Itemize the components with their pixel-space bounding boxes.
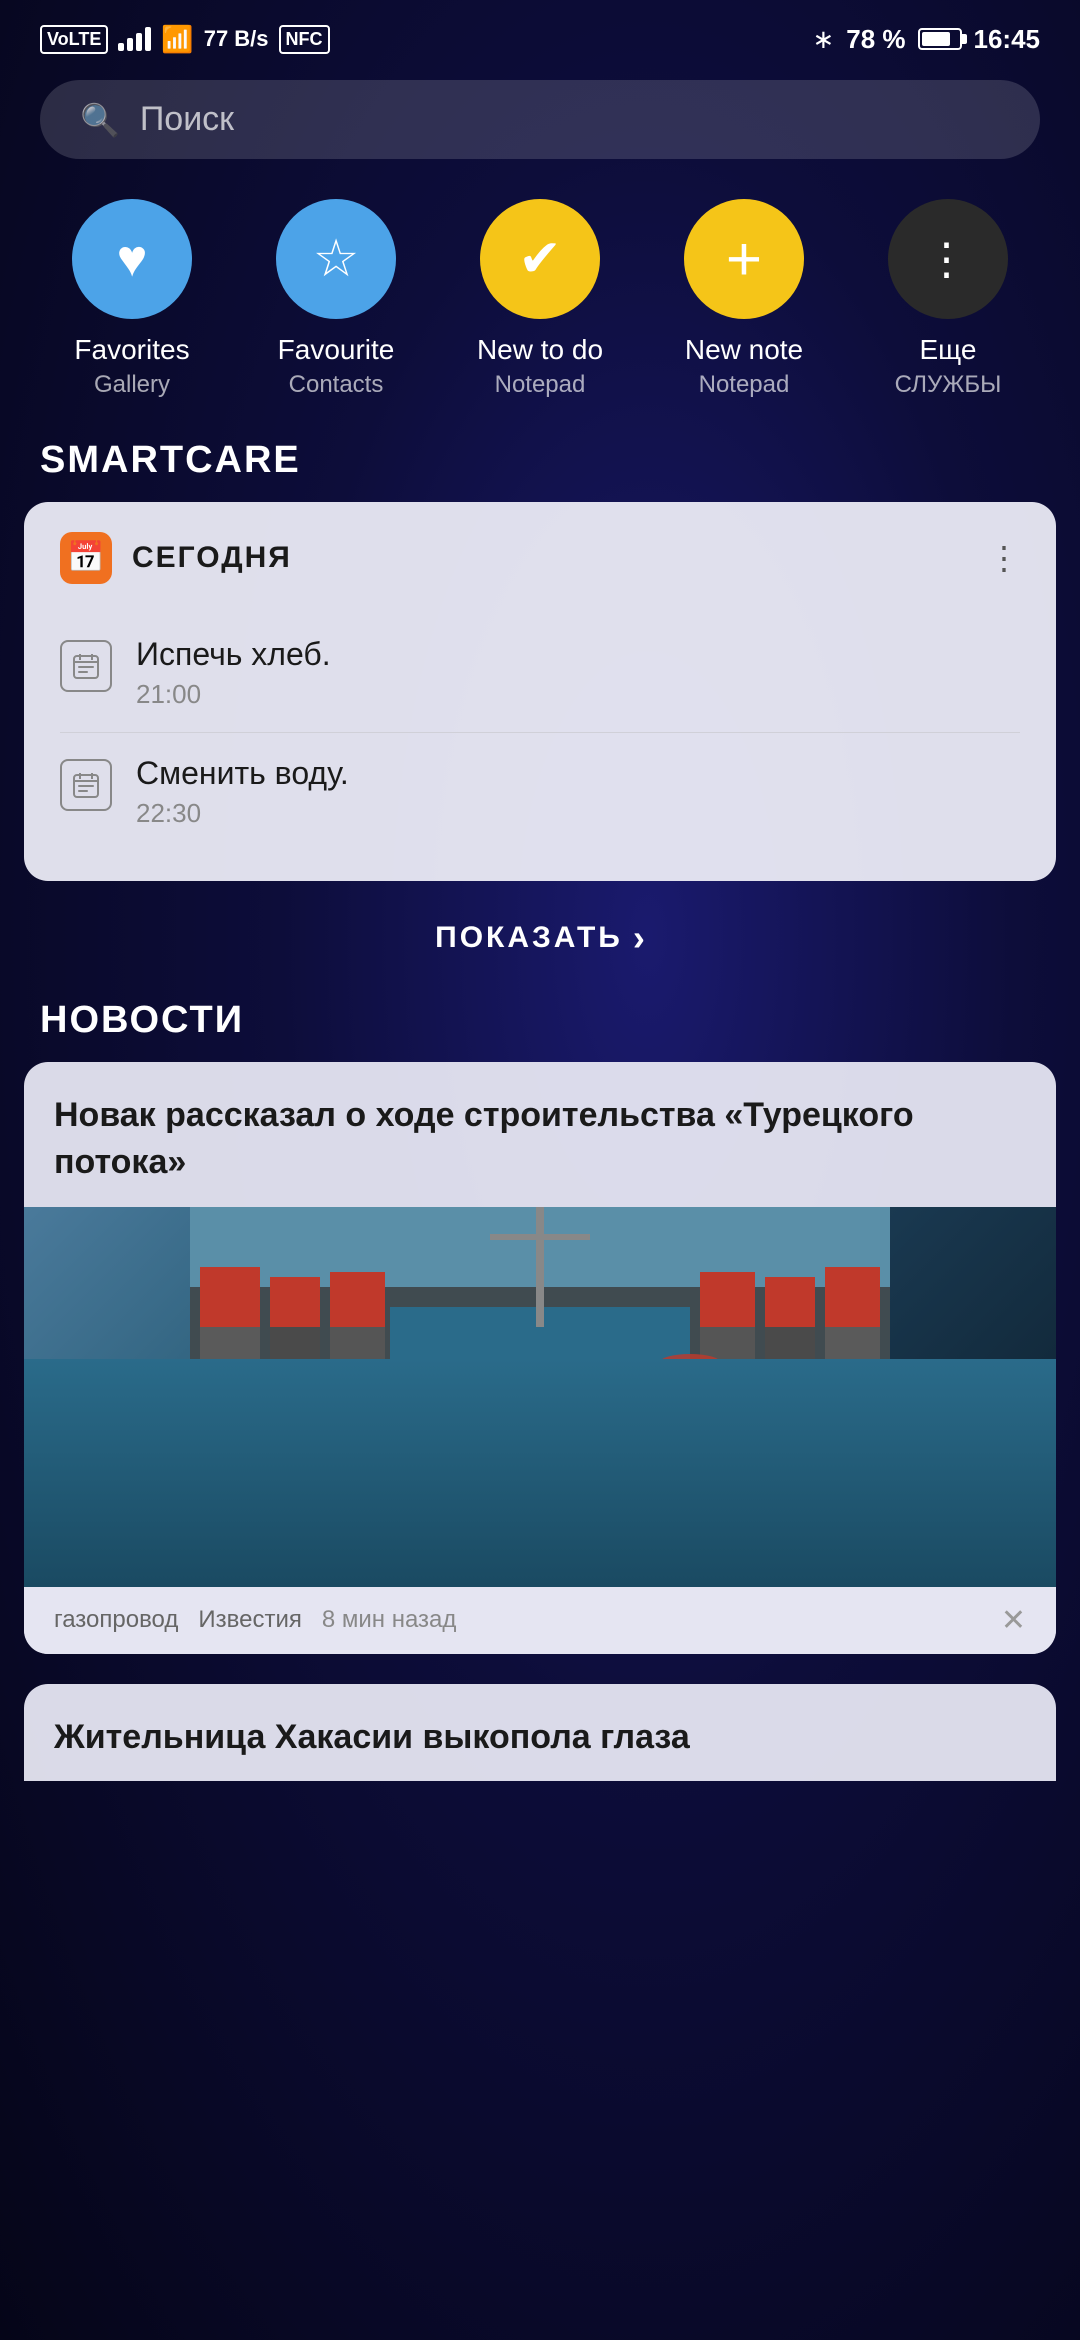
wifi-speed: 77 B/s	[204, 26, 269, 52]
news-2-title: Жительница Хакасии выкопола глаза	[54, 1714, 1026, 1762]
smartcare-section-title: SMARTCARE	[0, 429, 1080, 502]
news-1-title: Новак рассказал о ходе строительства «Ту…	[24, 1062, 1056, 1207]
more-icon-circle: ⋮	[888, 199, 1008, 319]
status-bar: VoLTE 📶 77 B/s NFC ∗ 78 % 16:45	[0, 0, 1080, 70]
more-name: Еще	[895, 333, 1002, 367]
star-icon: ☆	[313, 229, 360, 289]
news-card-1[interactable]: Новак рассказал о ходе строительства «Ту…	[24, 1062, 1056, 1654]
more-sub: СЛУЖБЫ	[895, 371, 1002, 399]
news-1-image	[24, 1207, 1056, 1587]
news-1-meta: газопровод Известия 8 мин назад ✕	[24, 1587, 1056, 1654]
show-more-arrow-icon: ›	[633, 917, 645, 959]
task-2-name: Сменить воду.	[136, 755, 1020, 792]
smartcare-card: 📅 СЕГОДНЯ ⋮ Испечь хлеб. 21:00	[24, 502, 1056, 881]
search-icon: 🔍	[80, 101, 120, 139]
search-container: 🔍 Поиск	[0, 70, 1080, 179]
task-item: Испечь хлеб. 21:00	[60, 614, 1020, 733]
new-note-sub: Notepad	[685, 371, 803, 399]
shortcut-new-note[interactable]: + New note Notepad	[654, 199, 834, 399]
new-todo-icon-circle: ✔	[480, 199, 600, 319]
status-left: VoLTE 📶 77 B/s NFC	[40, 24, 330, 55]
favourite-contacts-sub: Contacts	[278, 371, 395, 399]
task-calendar-icon	[60, 640, 112, 692]
shortcut-new-todo[interactable]: ✔ New to do Notepad	[450, 199, 630, 399]
favorites-gallery-icon-circle: ♥	[72, 199, 192, 319]
card-header: 📅 СЕГОДНЯ ⋮	[60, 532, 1020, 584]
show-more-button[interactable]: ПОКАЗАТЬ ›	[0, 881, 1080, 979]
volte-indicator: VoLTE	[40, 25, 108, 54]
card-menu-button[interactable]: ⋮	[988, 539, 1020, 577]
status-right: ∗ 78 % 16:45	[812, 24, 1040, 55]
favorites-gallery-sub: Gallery	[74, 371, 189, 399]
favourite-contacts-name: Favourite	[278, 333, 395, 367]
shortcuts-row: ♥ Favorites Gallery ☆ Favourite Contacts…	[0, 179, 1080, 429]
news-1-tag: газопровод	[54, 1606, 178, 1634]
new-note-name: New note	[685, 333, 803, 367]
shortcut-favorites-gallery[interactable]: ♥ Favorites Gallery	[42, 199, 222, 399]
checkmark-icon: ✔	[518, 229, 562, 289]
task-calendar-icon	[60, 759, 112, 811]
task-2-time: 22:30	[136, 798, 1020, 829]
new-todo-name: New to do	[477, 333, 603, 367]
news-1-close-button[interactable]: ✕	[1001, 1603, 1026, 1638]
wifi-icon: 📶	[161, 24, 193, 55]
news-1-source: Известия	[198, 1606, 301, 1634]
new-todo-sub: Notepad	[477, 371, 603, 399]
shortcut-more[interactable]: ⋮ Еще СЛУЖБЫ	[858, 199, 1038, 399]
show-more-label: ПОКАЗАТЬ	[435, 921, 623, 955]
news-1-time: 8 мин назад	[322, 1606, 981, 1634]
task-1-time: 21:00	[136, 679, 1020, 710]
battery-percent: 78 %	[846, 24, 905, 55]
task-item: Сменить воду. 22:30	[60, 733, 1020, 851]
calendar-icon: 📅	[60, 532, 112, 584]
search-input-label: Поиск	[140, 100, 234, 139]
news-card-2[interactable]: Жительница Хакасии выкопола глаза	[24, 1684, 1056, 1782]
card-today-label: СЕГОДНЯ	[132, 541, 292, 575]
search-bar[interactable]: 🔍 Поиск	[40, 80, 1040, 159]
favorites-gallery-name: Favorites	[74, 333, 189, 367]
new-note-icon-circle: +	[684, 199, 804, 319]
news-section: НОВОСТИ Новак рассказал о ходе строитель…	[0, 979, 1080, 1792]
shortcut-favourite-contacts[interactable]: ☆ Favourite Contacts	[246, 199, 426, 399]
more-dots-icon: ⋮	[925, 234, 972, 285]
nfc-icon: NFC	[279, 25, 330, 54]
heart-icon: ♥	[117, 229, 148, 289]
clock: 16:45	[974, 24, 1041, 55]
signal-strength	[118, 27, 151, 51]
news-section-title: НОВОСТИ	[0, 989, 1080, 1062]
plus-icon: +	[726, 224, 762, 295]
bluetooth-icon: ∗	[812, 24, 834, 55]
task-1-name: Испечь хлеб.	[136, 636, 1020, 673]
favourite-contacts-icon-circle: ☆	[276, 199, 396, 319]
battery-indicator	[918, 28, 962, 50]
